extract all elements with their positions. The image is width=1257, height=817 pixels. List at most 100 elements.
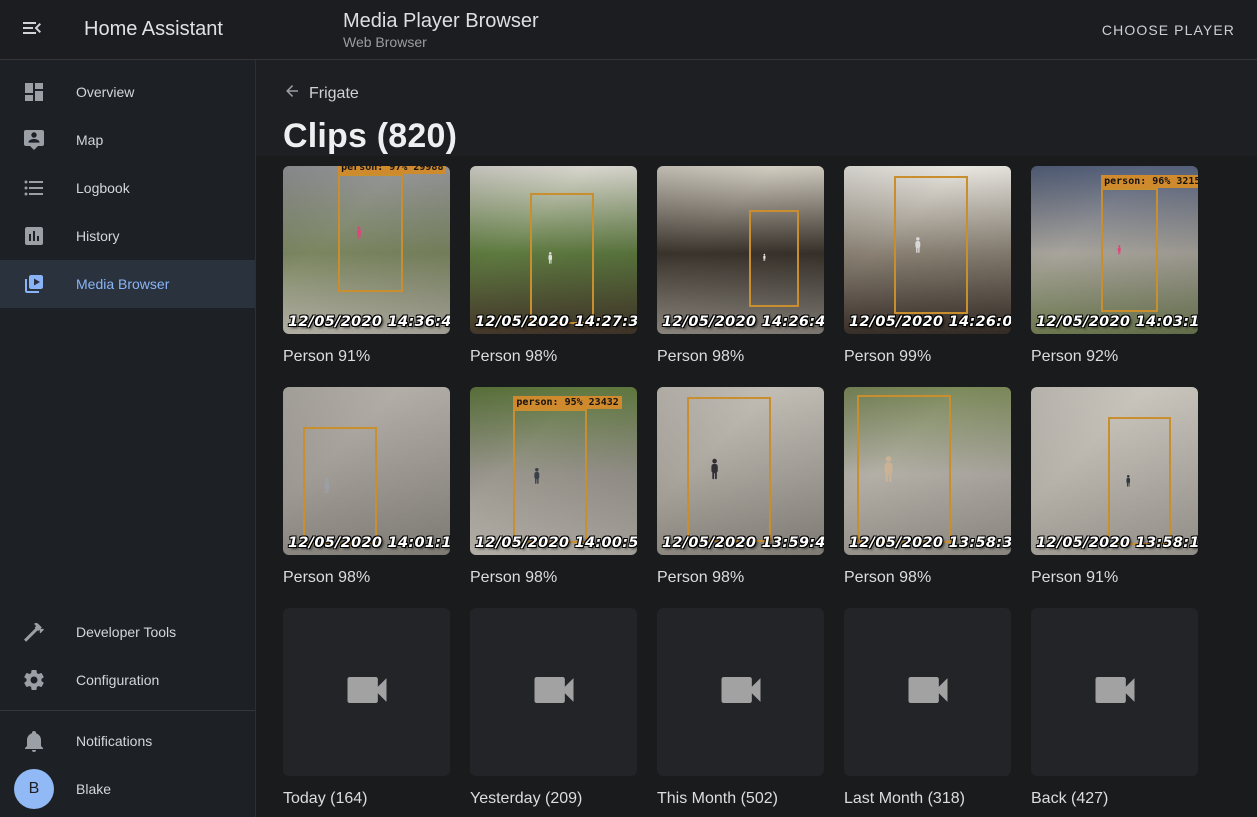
sidebar-item-label: Logbook — [76, 180, 130, 196]
sidebar-spacer — [0, 308, 255, 608]
person-silhouette — [913, 182, 948, 314]
folder-card[interactable]: This Month (502) — [657, 608, 824, 809]
person-silhouette — [533, 414, 568, 543]
clip-card[interactable]: 12/05/2020 14:01:14 Person 98% — [283, 387, 450, 588]
detection-bounding-box — [749, 210, 799, 307]
timestamp-overlay: 12/05/2020 14:01:14 — [288, 535, 450, 551]
folder-thumbnail — [657, 608, 824, 776]
home-assistant-app: Home Assistant Media Player Browser Web … — [0, 0, 1257, 817]
folder-label: Today (164) — [283, 789, 450, 809]
dashboard-icon — [22, 80, 46, 104]
panel-heading: Media Player Browser Web Browser — [343, 9, 539, 51]
sidebar-item-developer-tools[interactable]: Developer Tools — [0, 608, 255, 656]
detection-bounding-box — [687, 397, 771, 541]
clip-label: Person 98% — [470, 568, 637, 588]
clip-label: Person 98% — [844, 568, 1011, 588]
sidebar-item-notifications[interactable]: Notifications — [0, 717, 255, 765]
logbook-icon — [22, 176, 46, 200]
timestamp-overlay: 12/05/2020 13:58:17 — [1036, 535, 1198, 551]
breadcrumb-label: Frigate — [309, 85, 359, 103]
sidebar-item-logbook[interactable]: Logbook — [0, 164, 255, 212]
breadcrumb-back-button[interactable]: Frigate — [283, 82, 359, 105]
clip-thumbnail: 12/05/2020 13:58:17 — [1031, 387, 1198, 555]
clip-thumbnail: 12/05/2020 14:01:14 — [283, 387, 450, 555]
clip-thumbnail: person: 97% 29988 12/05/2020 14:36:47 — [283, 166, 450, 334]
sidebar-item-label: History — [76, 228, 120, 244]
folder-label: This Month (502) — [657, 789, 824, 809]
sidebar-item-map[interactable]: Map — [0, 116, 255, 164]
clips-content: person: 97% 29988 12/05/2020 14:36:47 Pers… — [256, 156, 1257, 817]
clip-card[interactable]: 12/05/2020 14:27:35Person 98% — [470, 166, 637, 367]
person-silhouette — [762, 213, 785, 308]
detection-bounding-box — [303, 427, 376, 545]
clip-card[interactable]: person: 96% 3215412/05/2020 14:03:17 Pers… — [1031, 166, 1198, 367]
arrow-left-icon — [283, 82, 301, 105]
folder-card[interactable]: Back (427) — [1031, 608, 1198, 809]
detection-bounding-box — [1108, 417, 1171, 545]
timestamp-overlay: 12/05/2020 13:59:49 — [662, 535, 824, 551]
media-browser-header: Frigate Clips (820) — [256, 60, 1257, 156]
sidebar: Overview Map Logbook History Media Browser D… — [0, 60, 256, 817]
clips-grid: person: 97% 29988 12/05/2020 14:36:47 Pers… — [283, 166, 1257, 809]
thumbnail-shading — [657, 166, 824, 334]
folder-card[interactable]: Last Month (318) — [844, 608, 1011, 809]
body-split: Overview Map Logbook History Media Browser D… — [0, 60, 1257, 817]
notifications-label: Notifications — [76, 733, 152, 749]
clip-card[interactable]: 12/05/2020 14:26:48Person 98% — [657, 166, 824, 367]
bell-icon — [22, 729, 46, 753]
timestamp-overlay: 12/05/2020 14:26:48 — [662, 314, 824, 330]
folder-card[interactable]: Today (164) — [283, 608, 450, 809]
sidebar-item-media-browser[interactable]: Media Browser — [0, 260, 255, 308]
clip-thumbnail: person: 95% 23432 12/05/2020 14:00:52 — [470, 387, 637, 555]
clip-label: Person 91% — [283, 347, 450, 367]
folder-card[interactable]: Yesterday (209) — [470, 608, 637, 809]
person-silhouette — [355, 179, 386, 292]
folder-label: Back (427) — [1031, 789, 1198, 809]
folder-thumbnail — [283, 608, 450, 776]
sidebar-item-label: Overview — [76, 84, 134, 100]
video-icon — [715, 664, 767, 721]
timestamp-overlay: 12/05/2020 14:00:52 — [475, 535, 637, 551]
clip-card[interactable]: 12/05/2020 13:58:17Person 91% — [1031, 387, 1198, 588]
sidebar-item-label: Developer Tools — [76, 624, 176, 640]
clip-label: Person 98% — [283, 568, 450, 588]
video-icon — [1089, 664, 1141, 721]
page-title: Clips (820) — [283, 117, 1257, 156]
choose-player-button[interactable]: CHOOSE PLAYER — [1094, 12, 1243, 48]
clip-card[interactable]: 12/05/2020 13:59:49 Person 98% — [657, 387, 824, 588]
clip-label: Person 98% — [657, 568, 824, 588]
media-browser-icon — [22, 272, 46, 296]
clip-thumbnail: person: 96% 3215412/05/2020 14:03:17 — [1031, 166, 1198, 334]
clip-card[interactable]: 12/05/2020 13:58:30 Person 98% — [844, 387, 1011, 588]
main-panel: Frigate Clips (820) person: 97% 29988 12/… — [256, 60, 1257, 817]
menu-open-icon — [20, 16, 44, 43]
app-title: Home Assistant — [84, 18, 223, 41]
timestamp-overlay: 12/05/2020 14:36:47 — [288, 314, 450, 330]
clip-label: Person 98% — [470, 347, 637, 367]
sidebar-item-overview[interactable]: Overview — [0, 68, 255, 116]
person-silhouette — [547, 198, 577, 324]
clip-thumbnail: 12/05/2020 13:58:30 — [844, 387, 1011, 555]
timestamp-overlay: 12/05/2020 14:26:07 — [849, 314, 1011, 330]
detection-bounding-box — [894, 176, 967, 314]
clip-label: Person 92% — [1031, 347, 1198, 367]
sidebar-item-label: Media Browser — [76, 276, 169, 292]
detection-bounding-box: person: 96% 32154 — [1101, 188, 1158, 312]
folder-label: Last Month (318) — [844, 789, 1011, 809]
sidebar-item-history[interactable]: History — [0, 212, 255, 260]
detection-label: person: 95% 23432 — [513, 396, 621, 409]
clip-card[interactable]: 12/05/2020 14:26:07Person 99% — [844, 166, 1011, 367]
video-icon — [902, 664, 954, 721]
sidebar-item-user[interactable]: B Blake — [0, 765, 255, 813]
clip-card[interactable]: person: 97% 29988 12/05/2020 14:36:47 Pers… — [283, 166, 450, 367]
person-silhouette — [322, 432, 357, 545]
sidebar-toggle-button[interactable] — [0, 0, 64, 60]
clip-card[interactable]: person: 95% 23432 12/05/2020 14:00:52 Pers… — [470, 387, 637, 588]
clip-thumbnail: 12/05/2020 14:26:07 — [844, 166, 1011, 334]
folder-label: Yesterday (209) — [470, 789, 637, 809]
sidebar-item-configuration[interactable]: Configuration — [0, 656, 255, 704]
developer-tools-icon — [22, 620, 46, 644]
detection-label: person: 97% 29988 — [338, 166, 446, 174]
sidebar-divider — [0, 710, 255, 711]
person-silhouette — [1125, 423, 1155, 545]
